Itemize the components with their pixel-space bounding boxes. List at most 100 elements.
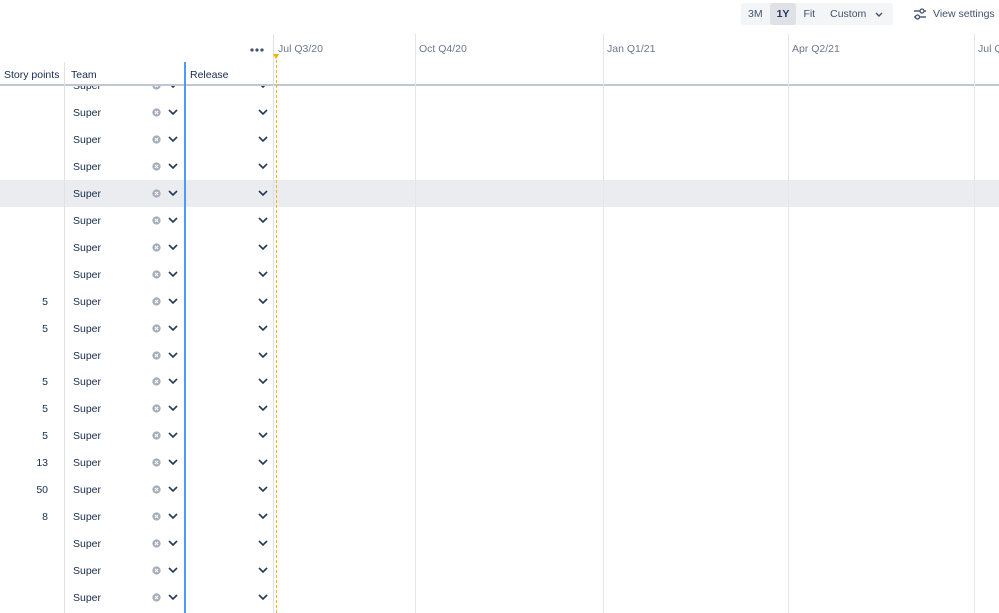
team-value[interactable]: Super xyxy=(73,376,101,388)
chevron-down-icon[interactable] xyxy=(258,298,268,304)
clear-icon[interactable] xyxy=(152,485,161,494)
chevron-down-icon[interactable] xyxy=(258,109,268,115)
team-value[interactable]: Super xyxy=(73,430,101,442)
chevron-down-icon[interactable] xyxy=(258,486,268,493)
chevron-down-icon[interactable] xyxy=(168,271,178,277)
range-1y-button[interactable]: 1Y xyxy=(769,3,797,25)
chevron-down-icon[interactable] xyxy=(168,432,178,439)
clear-icon[interactable] xyxy=(152,162,161,171)
chevron-down-icon[interactable] xyxy=(168,324,178,331)
chevron-down-icon[interactable] xyxy=(258,432,268,439)
chevron-down-icon[interactable] xyxy=(168,378,178,385)
team-value[interactable]: Super xyxy=(73,484,101,496)
table-row[interactable]: Super xyxy=(0,126,999,153)
team-value[interactable]: Super xyxy=(73,592,101,604)
range-3m-button[interactable]: 3M xyxy=(741,3,770,25)
chevron-down-icon[interactable] xyxy=(168,594,178,601)
column-resize-handle[interactable] xyxy=(184,62,186,613)
story-points-value[interactable]: 8 xyxy=(0,511,48,523)
story-points-value[interactable]: 5 xyxy=(0,376,48,388)
table-row[interactable]: Super xyxy=(0,153,999,180)
clear-icon[interactable] xyxy=(152,593,161,602)
chevron-down-icon[interactable] xyxy=(168,513,178,520)
table-row[interactable]: 5 Super xyxy=(0,422,999,449)
clear-icon[interactable] xyxy=(152,566,161,575)
chevron-down-icon[interactable] xyxy=(258,217,268,223)
column-header-release[interactable]: Release xyxy=(190,69,229,81)
story-points-value[interactable]: 5 xyxy=(0,323,48,335)
column-header-team[interactable]: Team xyxy=(71,69,97,81)
clear-icon[interactable] xyxy=(152,216,161,225)
chevron-down-icon[interactable] xyxy=(258,86,268,88)
story-points-value[interactable]: 50 xyxy=(0,484,48,496)
chevron-down-icon[interactable] xyxy=(258,190,268,196)
story-points-value[interactable]: 5 xyxy=(0,296,48,308)
more-options-icon[interactable] xyxy=(249,45,265,53)
table-row[interactable]: Super xyxy=(0,207,999,234)
chevron-down-icon[interactable] xyxy=(168,351,178,358)
chevron-down-icon[interactable] xyxy=(168,190,178,196)
clear-icon[interactable] xyxy=(152,431,161,440)
table-row[interactable]: 5 Super xyxy=(0,288,999,315)
range-fit-button[interactable]: Fit xyxy=(796,3,822,25)
chevron-down-icon[interactable] xyxy=(168,217,178,223)
table-row[interactable]: 5 Super xyxy=(0,368,999,395)
clear-icon[interactable] xyxy=(152,296,161,306)
view-settings-button[interactable]: View settings xyxy=(913,3,999,25)
team-value[interactable]: Super xyxy=(73,511,101,523)
clear-icon[interactable] xyxy=(152,350,161,360)
chevron-down-icon[interactable] xyxy=(168,540,178,547)
table-row[interactable]: 13 Super xyxy=(0,449,999,476)
chevron-down-icon[interactable] xyxy=(258,351,268,358)
team-value[interactable]: Super xyxy=(73,86,101,92)
team-value[interactable]: Super xyxy=(73,215,101,227)
table-row[interactable]: 5 Super xyxy=(0,315,999,342)
chevron-down-icon[interactable] xyxy=(258,567,268,574)
table-row[interactable]: Super xyxy=(0,584,999,611)
chevron-down-icon[interactable] xyxy=(168,405,178,412)
clear-icon[interactable] xyxy=(152,539,161,548)
table-row[interactable]: 50 Super xyxy=(0,476,999,503)
table-row[interactable]: 5 Super xyxy=(0,395,999,422)
clear-icon[interactable] xyxy=(152,243,161,252)
table-row[interactable]: Super xyxy=(0,557,999,584)
team-value[interactable]: Super xyxy=(73,242,101,254)
clear-icon[interactable] xyxy=(152,404,161,414)
clear-icon[interactable] xyxy=(152,108,161,117)
table-row[interactable]: Super xyxy=(0,234,999,261)
table-row[interactable]: Super xyxy=(0,99,999,126)
table-row[interactable]: Super xyxy=(0,179,999,207)
chevron-down-icon[interactable] xyxy=(168,109,178,115)
chevron-down-icon[interactable] xyxy=(258,163,268,169)
table-row[interactable]: Super xyxy=(0,342,999,369)
team-value[interactable]: Super xyxy=(73,296,101,308)
chevron-down-icon[interactable] xyxy=(168,86,178,88)
table-row[interactable]: Super xyxy=(0,86,999,99)
chevron-down-icon[interactable] xyxy=(168,163,178,169)
story-points-value[interactable]: 5 xyxy=(0,430,48,442)
table-row[interactable]: 8 Super xyxy=(0,503,999,530)
chevron-down-icon[interactable] xyxy=(168,486,178,493)
team-value[interactable]: Super xyxy=(73,457,101,469)
table-row[interactable]: Super xyxy=(0,261,999,288)
clear-icon[interactable] xyxy=(152,270,161,279)
chevron-down-icon[interactable] xyxy=(258,136,268,142)
team-value[interactable]: Super xyxy=(73,350,101,362)
column-header-story-points[interactable]: Story points xyxy=(4,69,59,81)
chevron-down-icon[interactable] xyxy=(168,298,178,304)
clear-icon[interactable] xyxy=(152,458,161,467)
chevron-down-icon[interactable] xyxy=(258,271,268,277)
chevron-down-icon[interactable] xyxy=(168,567,178,574)
clear-icon[interactable] xyxy=(152,135,161,144)
chevron-down-icon[interactable] xyxy=(168,136,178,142)
chevron-down-icon[interactable] xyxy=(258,378,268,385)
clear-icon[interactable] xyxy=(152,86,161,90)
team-value[interactable]: Super xyxy=(73,188,101,200)
chevron-down-icon[interactable] xyxy=(258,244,268,250)
chevron-down-icon[interactable] xyxy=(258,513,268,520)
story-points-value[interactable]: 13 xyxy=(0,457,48,469)
chevron-down-icon[interactable] xyxy=(168,459,178,466)
chevron-down-icon[interactable] xyxy=(258,459,268,466)
clear-icon[interactable] xyxy=(152,189,161,198)
clear-icon[interactable] xyxy=(152,323,161,333)
